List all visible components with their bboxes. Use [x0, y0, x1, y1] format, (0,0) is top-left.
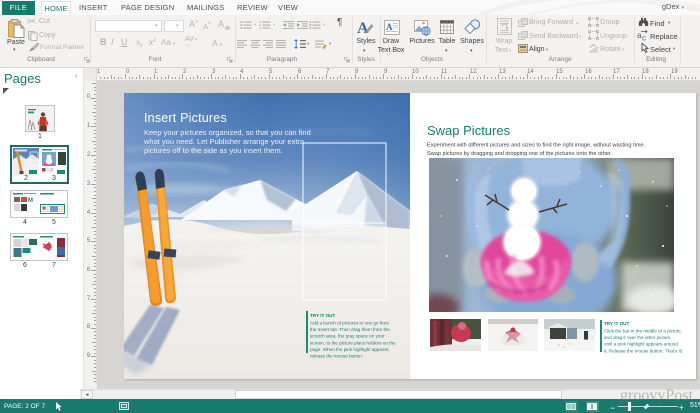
svg-text:A: A: [386, 22, 393, 32]
svg-text:M: M: [28, 198, 33, 204]
svg-text:c: c: [642, 34, 646, 42]
svg-text:A: A: [357, 20, 369, 36]
